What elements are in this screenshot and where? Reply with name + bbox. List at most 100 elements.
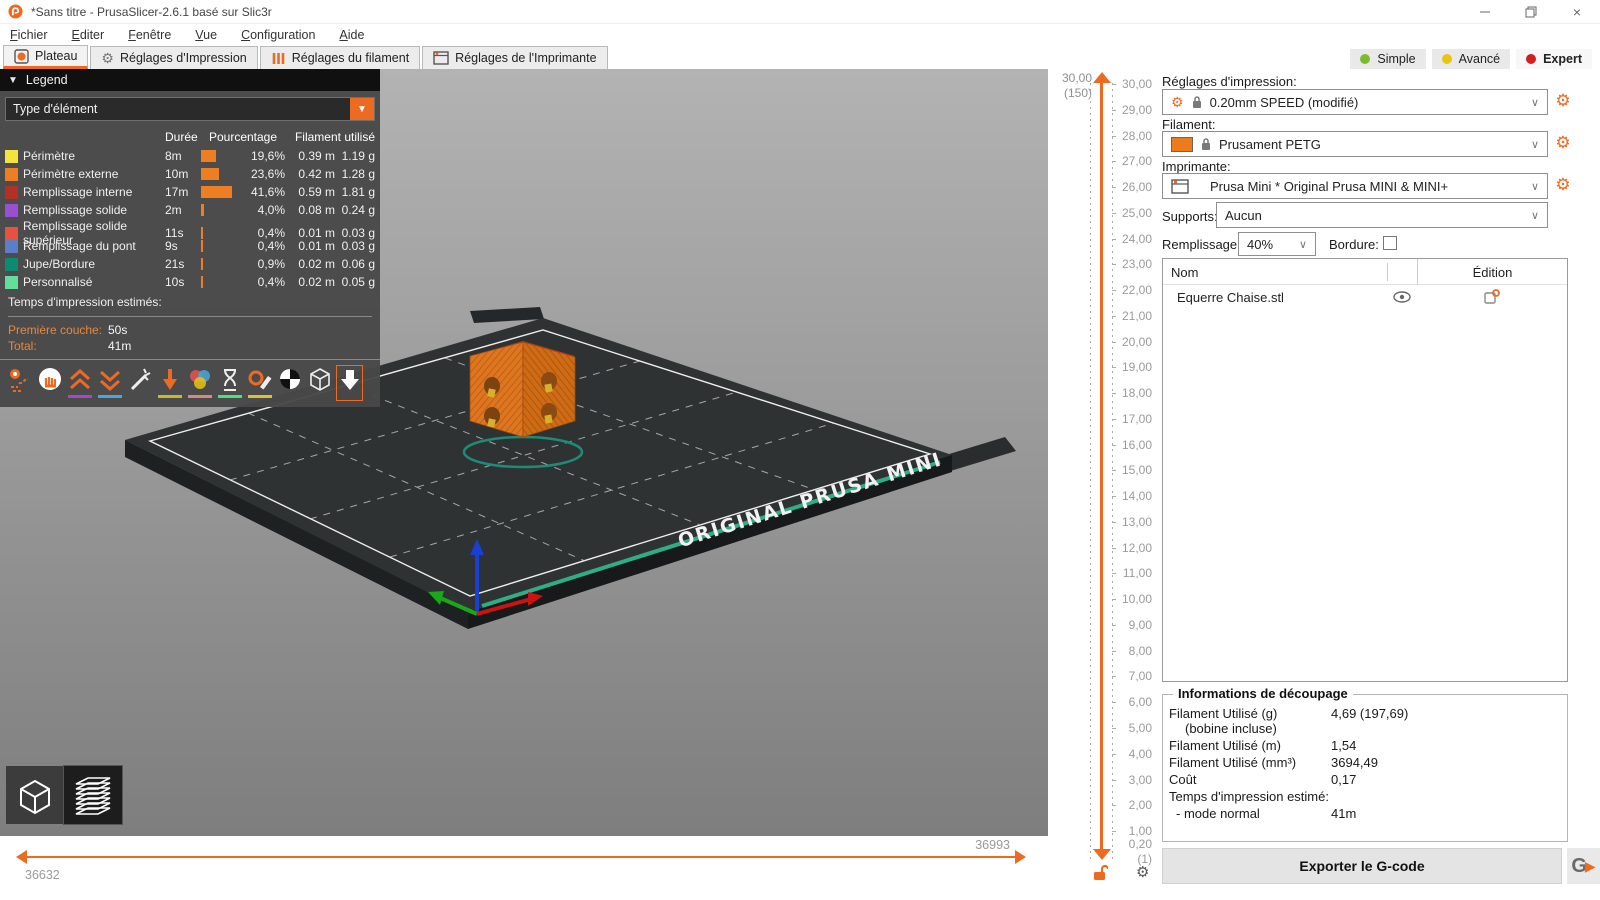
- mode-dot-icon: [1360, 54, 1370, 64]
- legend-header[interactable]: ▼ Legend: [0, 69, 380, 91]
- layer-tick-label: 19,00: [1118, 360, 1152, 374]
- tool-changes-icon[interactable]: [156, 365, 183, 401]
- filament-select[interactable]: Prusament PETG ∨: [1162, 131, 1548, 157]
- supports-select[interactable]: Aucun ∨: [1216, 202, 1548, 228]
- print-settings-select[interactable]: ⚙ 0.20mm SPEED (modifié) ∨: [1162, 89, 1548, 115]
- tabs: Plateau⚙Réglages d'ImpressionRéglages du…: [0, 45, 608, 69]
- edit-filament-gear-icon[interactable]: ⚙: [1553, 133, 1573, 153]
- center-of-gravity-icon[interactable]: [276, 365, 303, 401]
- lock-icon: [1191, 95, 1203, 109]
- color-changes-icon[interactable]: [186, 365, 213, 401]
- layer-slider-upper-handle[interactable]: [1093, 72, 1111, 83]
- dropdown-arrow-icon[interactable]: ▼: [350, 98, 374, 120]
- menu-fenetre[interactable]: Fenêtre: [128, 28, 171, 42]
- view-type-dropdown[interactable]: Type d'élément ▼: [5, 97, 375, 121]
- filament-value: Prusament PETG: [1219, 137, 1321, 152]
- feature-color-swatch: [5, 186, 18, 199]
- infill-value: 40%: [1247, 237, 1273, 252]
- moves-slider-left-handle[interactable]: [16, 850, 27, 864]
- view-mode-toggles: [6, 766, 122, 824]
- legend-table: Durée Pourcentage Filament utilisé Périm…: [0, 125, 380, 291]
- moves-slider: 36993 36632: [0, 836, 1048, 900]
- legend-row: Périmètre8m19,6%0.39 m1.19 g: [5, 147, 375, 165]
- layer-tick-label: 21,00: [1118, 309, 1152, 323]
- retractions-icon[interactable]: [66, 365, 93, 401]
- layer-tick-label: 13,00: [1118, 515, 1152, 529]
- brim-checkbox[interactable]: [1383, 236, 1397, 250]
- slider-settings-gear-icon[interactable]: ⚙: [1136, 863, 1149, 881]
- shells-icon[interactable]: [306, 365, 333, 401]
- close-icon[interactable]: ×: [1554, 0, 1600, 24]
- 3d-view-button[interactable]: [6, 766, 64, 824]
- wipe-icon[interactable]: [36, 365, 63, 401]
- menu-aide[interactable]: Aide: [339, 28, 364, 42]
- eye-icon[interactable]: [1387, 291, 1417, 303]
- print-settings-value: 0.20mm SPEED (modifié): [1210, 95, 1359, 110]
- infill-select[interactable]: 40% ∨: [1238, 232, 1316, 256]
- legend-title: Legend: [26, 73, 68, 87]
- mode-avance[interactable]: Avancé: [1432, 49, 1510, 69]
- lock-icon[interactable]: [1092, 864, 1108, 884]
- viewport-3d[interactable]: ORIGINAL PRUSA MINI: [0, 69, 1048, 836]
- tab-re-glages-du-filament[interactable]: Réglages du filament: [260, 46, 420, 69]
- menu-vue[interactable]: Vue: [195, 28, 217, 42]
- object-row[interactable]: Equerre Chaise.stl: [1163, 285, 1567, 309]
- feature-color-swatch: [5, 204, 18, 217]
- tab-plateau[interactable]: Plateau: [3, 45, 88, 69]
- object-list: Nom Édition Equerre Chaise.stl: [1162, 258, 1568, 682]
- gcode-icon[interactable]: G▶: [1567, 848, 1600, 884]
- info-row: Filament Utilisé (mm³)3694,49: [1169, 754, 1561, 771]
- moves-slider-track[interactable]: [27, 856, 1015, 858]
- layer-tick-label: 20,00: [1118, 335, 1152, 349]
- layer-tick-label: 18,00: [1118, 386, 1152, 400]
- menu-fichier[interactable]: Fichier: [10, 28, 48, 42]
- layer-slider: 30,00 (150) 30,0029,0028,0027,0026,0025,…: [1048, 69, 1155, 900]
- layers-view-button[interactable]: [64, 766, 122, 824]
- export-gcode-button[interactable]: Exporter le G-code: [1162, 848, 1562, 884]
- pause-prints-icon[interactable]: [216, 365, 243, 401]
- filament-color-swatch: [1171, 137, 1193, 152]
- legend-row: Remplissage interne17m41,6%0.59 m1.81 g: [5, 183, 375, 201]
- edit-object-icon[interactable]: [1417, 289, 1567, 305]
- layer-slider-lower-handle[interactable]: [1093, 849, 1111, 860]
- lock-icon: [1200, 137, 1212, 151]
- tab-re-glages-de-l-imprimante[interactable]: Réglages de l'Imprimante: [422, 46, 607, 69]
- mode-dot-icon: [1442, 54, 1452, 64]
- mode-simple[interactable]: Simple: [1350, 49, 1425, 69]
- layer-tick-label: 25,00: [1118, 206, 1152, 220]
- seams-icon[interactable]: [126, 365, 153, 401]
- layer-tick-label: 4,00: [1118, 747, 1152, 761]
- edit-printer-gear-icon[interactable]: ⚙: [1553, 175, 1573, 195]
- tool-marker-icon[interactable]: [336, 365, 363, 401]
- info-row: - mode normal41m: [1169, 805, 1561, 822]
- custom-gcodes-icon[interactable]: [246, 365, 273, 401]
- mode-expert[interactable]: Expert: [1516, 49, 1592, 69]
- menu-editer[interactable]: Editer: [72, 28, 105, 42]
- layer-tick-label: 28,00: [1118, 129, 1152, 143]
- view-type-value: Type d'élément: [6, 102, 350, 116]
- layer-slider-track[interactable]: [1100, 83, 1103, 849]
- chevron-down-icon: ∨: [1531, 96, 1539, 109]
- travel-paths-icon[interactable]: [6, 365, 33, 401]
- moves-slider-right-handle[interactable]: [1015, 850, 1026, 864]
- menu-configuration[interactable]: Configuration: [241, 28, 315, 42]
- layer-slider-bottom-height: 0,20: [1118, 837, 1152, 851]
- edit-print-settings-gear-icon[interactable]: ⚙: [1553, 91, 1573, 111]
- tab-re-glages-d-impression[interactable]: ⚙Réglages d'Impression: [90, 46, 257, 69]
- supports-value: Aucun: [1225, 208, 1262, 223]
- first-layer-label: Première couche:: [8, 323, 108, 337]
- minimize-icon[interactable]: [1462, 0, 1508, 24]
- chevron-down-icon: ∨: [1531, 180, 1539, 193]
- object-name: Equerre Chaise.stl: [1163, 290, 1387, 305]
- info-row: Filament Utilisé (m)1,54: [1169, 737, 1561, 754]
- printer-icon: [1171, 179, 1189, 194]
- layer-tick-label: 12,00: [1118, 541, 1152, 555]
- printer-select[interactable]: Prusa Mini * Original Prusa MINI & MINI+…: [1162, 173, 1548, 199]
- layer-tick-label: 5,00: [1118, 721, 1152, 735]
- deretractions-icon[interactable]: [96, 365, 123, 401]
- layer-tick-label: 9,00: [1118, 618, 1152, 632]
- sliced-object[interactable]: [470, 341, 575, 437]
- maximize-icon[interactable]: [1508, 0, 1554, 24]
- layer-tick-label: 22,00: [1118, 283, 1152, 297]
- gear-icon: ⚙: [1171, 94, 1184, 111]
